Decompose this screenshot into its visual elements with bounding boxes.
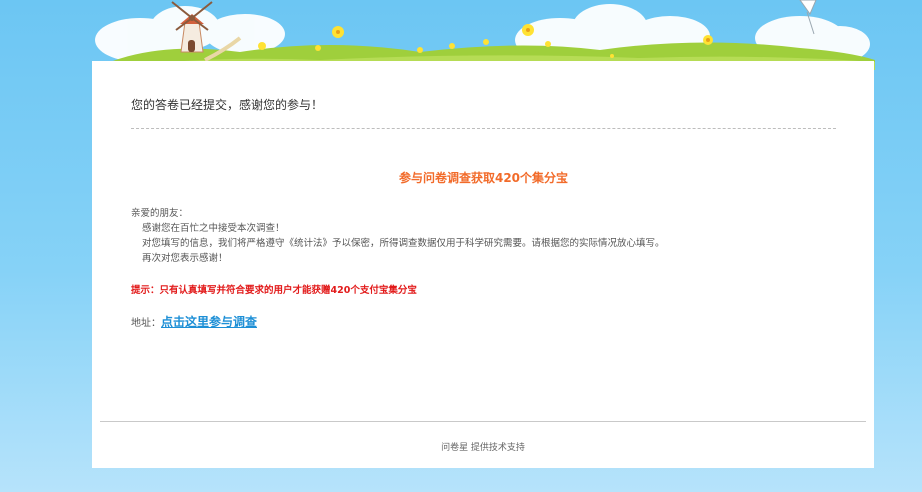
promo-line: 对您填写的信息，我们将严格遵守《统计法》予以保密，所得调查数据仅用于科学研究需要… — [142, 238, 665, 249]
promo-body: 亲爱的朋友： 感谢您在百忙之中接受本次调查！ 对您填写的信息，我们将严格遵守《统… — [131, 206, 836, 266]
footer-divider — [100, 421, 866, 422]
footer-credit: 问卷星 提供技术支持 — [441, 443, 525, 453]
promo-tip: 提示：只有认真填写并符合要求的用户才能获赠420个支付宝集分宝 — [131, 285, 417, 296]
divider — [131, 128, 836, 129]
address-label: 地址： — [131, 318, 161, 329]
survey-link[interactable]: 点击这里参与调查 — [161, 315, 257, 329]
result-card: 您的答卷已经提交，感谢您的参与！ 参与问卷调查获取420个集分宝 亲爱的朋友： … — [92, 61, 874, 468]
header-scenery — [92, 0, 875, 70]
promo-line: 感谢您在百忙之中接受本次调查！ — [142, 223, 285, 234]
promo-line: 再次对您表示感谢！ — [142, 253, 228, 264]
address-row: 地址：点击这里参与调查 — [131, 313, 257, 330]
promo-greeting: 亲爱的朋友： — [131, 208, 189, 219]
submission-confirmation-message: 您的答卷已经提交，感谢您的参与！ — [131, 98, 324, 112]
promo-title: 参与问卷调查获取420个集分宝 — [398, 171, 569, 185]
